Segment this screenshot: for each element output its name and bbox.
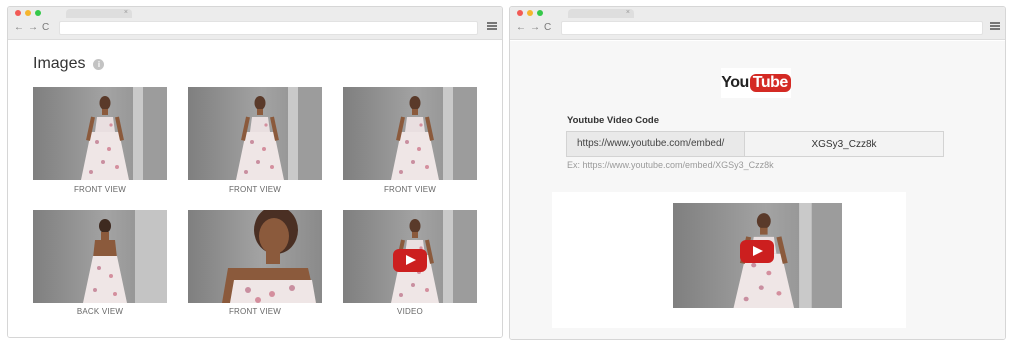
play-button-icon[interactable] xyxy=(393,249,427,272)
model-photo xyxy=(188,210,322,303)
image-caption-4: BACK VIEW xyxy=(76,307,124,316)
image-caption-1: FRONT VIEW xyxy=(73,185,127,194)
back-arrow-icon[interactable]: ← xyxy=(516,22,526,34)
image-caption-3: FRONT VIEW xyxy=(383,185,437,194)
image-thumbnail-3[interactable] xyxy=(343,87,477,180)
browser-tab[interactable]: × xyxy=(66,9,132,18)
nav-buttons: ← → C xyxy=(516,22,551,34)
logo-you-text: You xyxy=(721,74,749,91)
minimize-window-dot[interactable] xyxy=(25,10,31,16)
forward-arrow-icon[interactable]: → xyxy=(530,22,540,34)
video-preview[interactable] xyxy=(673,203,842,308)
play-button-icon[interactable] xyxy=(740,240,774,263)
youtube-browser-window: × ← → C You Tube Youtube Video Code https… xyxy=(509,6,1006,340)
hamburger-menu-icon[interactable] xyxy=(487,21,497,31)
images-browser-window: × ← → C Images i FRONT VIEW FRONT VIEW F… xyxy=(7,6,503,338)
video-code-input[interactable] xyxy=(744,131,944,157)
browser-chrome: × ← → C xyxy=(510,7,1005,40)
maximize-window-dot[interactable] xyxy=(537,10,543,16)
model-photo xyxy=(33,210,167,303)
nav-buttons: ← → C xyxy=(14,22,49,34)
address-bar[interactable] xyxy=(59,21,478,35)
reload-icon[interactable]: C xyxy=(544,22,551,34)
maximize-window-dot[interactable] xyxy=(35,10,41,16)
close-window-dot[interactable] xyxy=(517,10,523,16)
model-photo xyxy=(343,87,477,180)
address-bar[interactable] xyxy=(561,21,983,35)
browser-tab[interactable]: × xyxy=(568,9,634,18)
tab-close-icon[interactable]: × xyxy=(124,8,128,18)
model-photo xyxy=(33,87,167,180)
images-heading: Images i xyxy=(33,55,105,73)
image-thumbnail-1[interactable] xyxy=(33,87,167,180)
hamburger-menu-icon[interactable] xyxy=(990,21,1000,31)
back-arrow-icon[interactable]: ← xyxy=(14,22,24,34)
image-thumbnail-5[interactable] xyxy=(188,210,322,303)
window-controls xyxy=(15,10,41,16)
video-thumbnail[interactable] xyxy=(343,210,477,303)
example-hint: Ex: https://www.youtube.com/embed/XGSy3_… xyxy=(567,160,774,170)
forward-arrow-icon[interactable]: → xyxy=(28,22,38,34)
browser-chrome: × ← → C xyxy=(8,7,502,40)
reload-icon[interactable]: C xyxy=(42,22,49,34)
model-photo xyxy=(188,87,322,180)
logo-tube-text: Tube xyxy=(749,74,791,92)
tab-close-icon[interactable]: × xyxy=(626,8,630,18)
video-code-label: Youtube Video Code xyxy=(567,115,660,126)
image-thumbnail-2[interactable] xyxy=(188,87,322,180)
info-icon[interactable]: i xyxy=(93,58,105,70)
youtube-settings-page: You Tube Youtube Video Code https://www.y… xyxy=(510,41,1005,339)
image-caption-5: FRONT VIEW xyxy=(228,307,282,316)
youtube-logo: You Tube xyxy=(721,68,791,98)
image-caption-6: VIDEO xyxy=(397,307,423,316)
close-window-dot[interactable] xyxy=(15,10,21,16)
image-caption-2: FRONT VIEW xyxy=(228,185,282,194)
images-page: Images i FRONT VIEW FRONT VIEW FRONT VIE… xyxy=(8,41,502,337)
window-controls xyxy=(517,10,543,16)
minimize-window-dot[interactable] xyxy=(527,10,533,16)
page-title: Images xyxy=(33,55,86,72)
url-prefix-addon: https://www.youtube.com/embed/ xyxy=(566,131,745,157)
video-preview-panel xyxy=(552,192,906,328)
image-thumbnail-4[interactable] xyxy=(33,210,167,303)
